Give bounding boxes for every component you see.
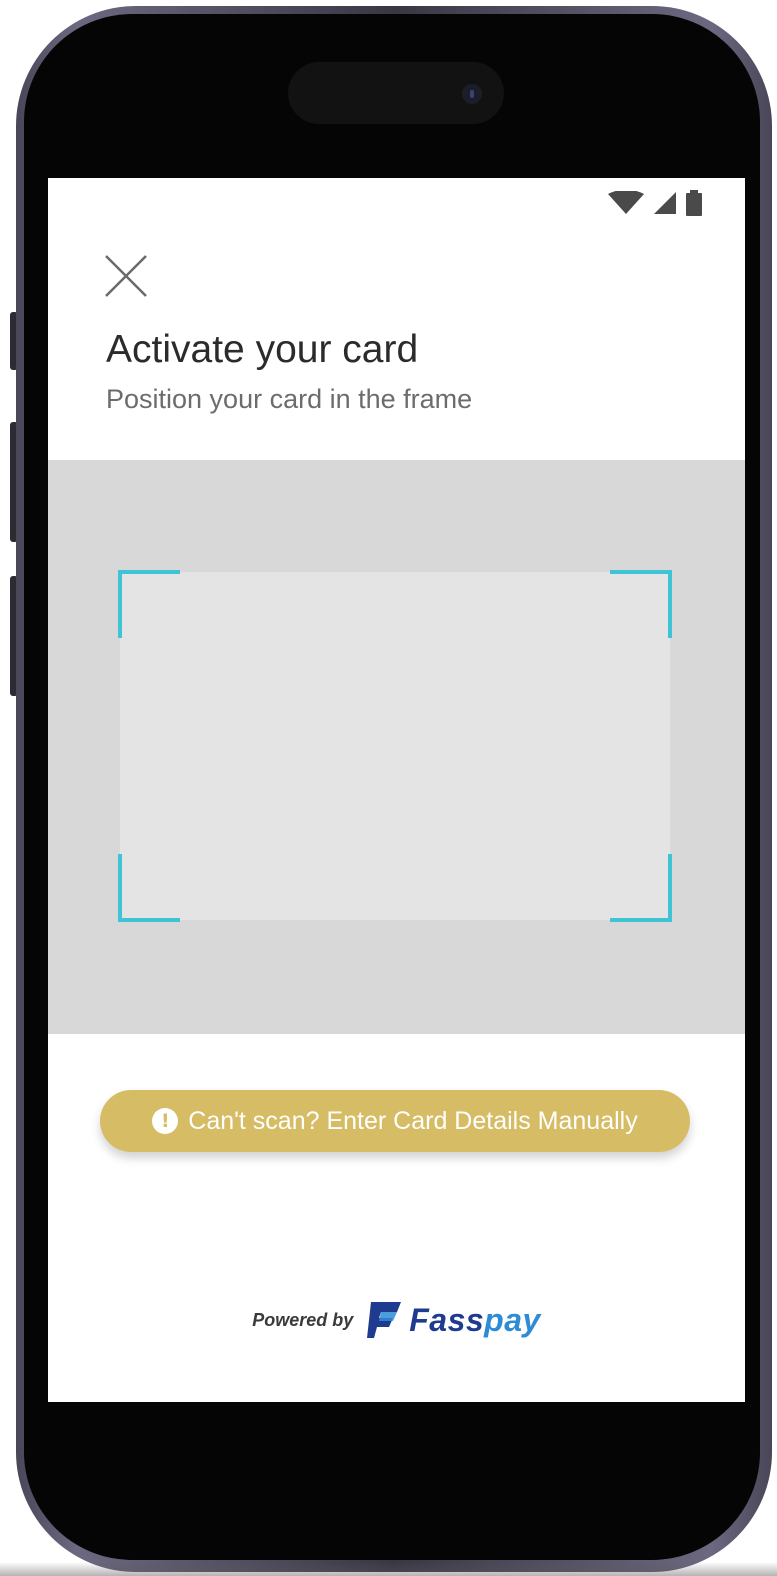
battery-icon (686, 190, 702, 216)
front-camera-icon (462, 84, 482, 104)
app-screen: Activate your card Position your card in… (48, 178, 745, 1402)
frame-corner-bottom-left (118, 854, 180, 922)
brand-name: Fasspay (409, 1302, 541, 1339)
page: Activate your card Position your card in… (0, 0, 777, 1576)
powered-by-label: Powered by (252, 1309, 354, 1330)
card-scan-frame (118, 570, 672, 922)
device-shadow (0, 1562, 777, 1576)
camera-viewfinder (48, 460, 745, 1034)
cellular-signal-icon (654, 192, 676, 214)
powered-by-footer: Powered by Fasspay (48, 1300, 745, 1340)
wifi-icon (608, 191, 644, 214)
enter-card-manually-label: Can't scan? Enter Card Details Manually (188, 1106, 638, 1135)
page-subtitle: Position your card in the frame (106, 384, 473, 414)
status-bar (607, 190, 703, 216)
page-title: Activate your card (106, 328, 419, 371)
enter-card-manually-button[interactable]: ! Can't scan? Enter Card Details Manuall… (100, 1090, 690, 1152)
brand-name-part1: Fass (409, 1301, 485, 1338)
frame-corner-top-left (118, 570, 180, 638)
fasspay-logo-icon (367, 1302, 402, 1338)
close-button[interactable] (104, 254, 148, 298)
frame-corner-bottom-right (610, 854, 672, 922)
fasspay-logo: Fasspay (367, 1300, 541, 1340)
exclamation-icon: ! (152, 1108, 179, 1134)
close-icon (105, 255, 147, 297)
frame-corner-top-right (610, 570, 672, 638)
brand-name-part2: pay (484, 1301, 541, 1338)
